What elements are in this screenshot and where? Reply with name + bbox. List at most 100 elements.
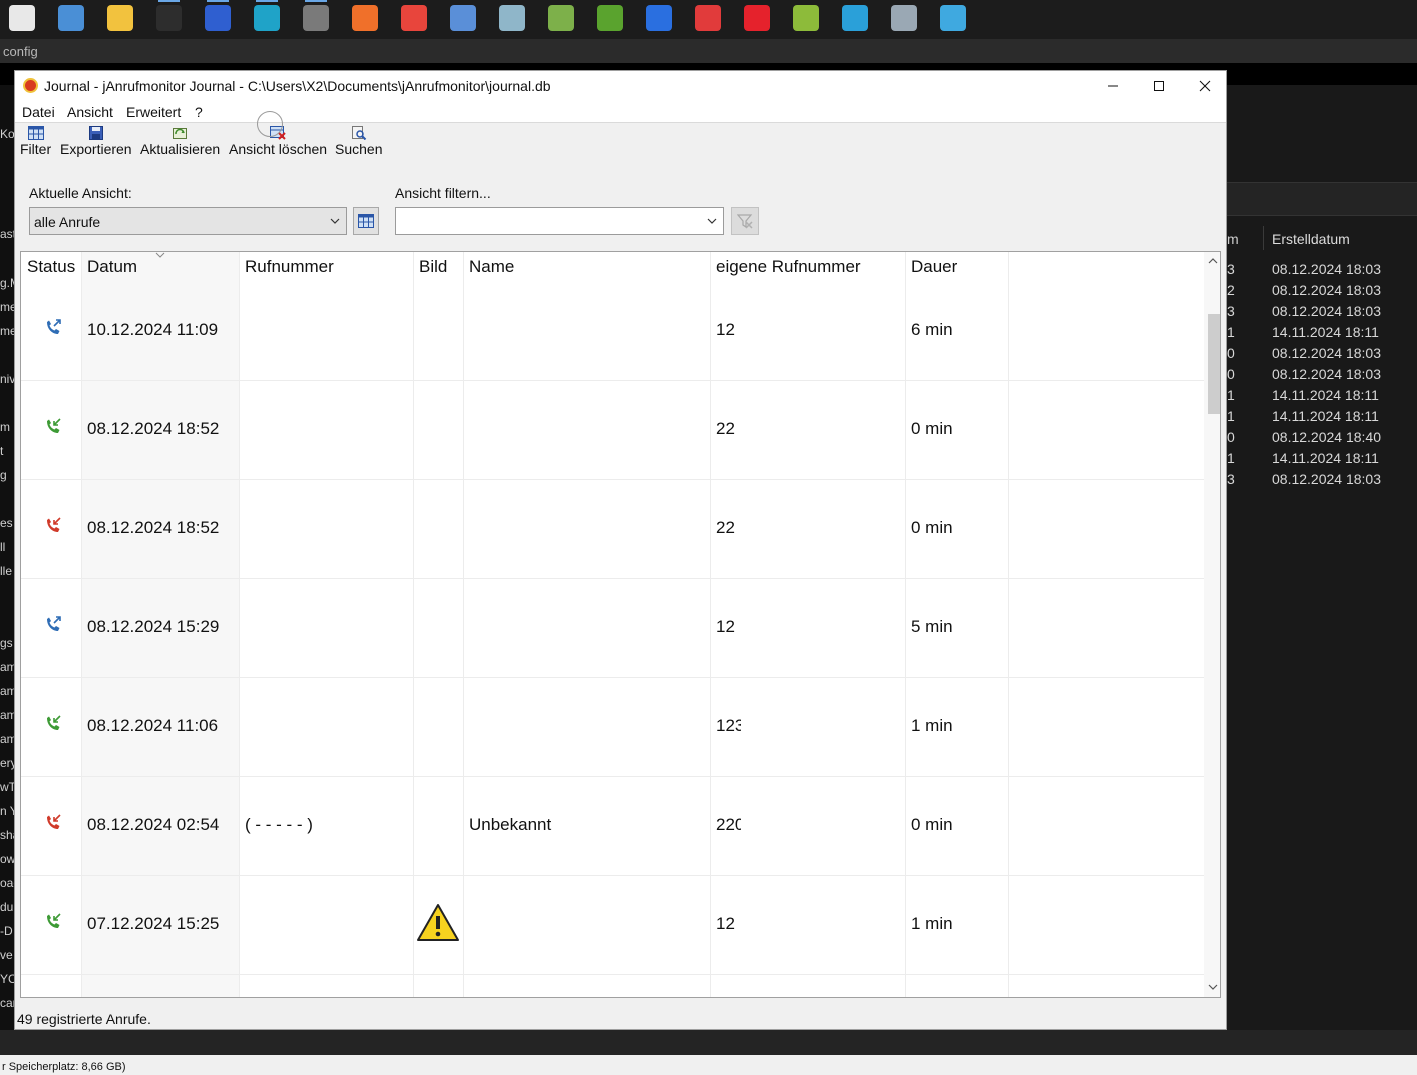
toolbar: Filter Exportieren Aktualisieren Ansicht…	[15, 124, 1226, 164]
telegram-app-icon[interactable]	[842, 5, 868, 31]
clear-filter-button[interactable]	[731, 207, 759, 235]
column-header-datum[interactable]: Datum	[87, 252, 137, 282]
chevron-down-icon	[330, 218, 340, 224]
background-text-fragment: Ko	[0, 127, 14, 141]
background-list-row[interactable]: 1 14.11.2024 18:11	[1227, 450, 1417, 471]
scroll-up-icon[interactable]	[1208, 257, 1218, 265]
close-button[interactable]	[1182, 71, 1228, 101]
column-header-dauer[interactable]: Dauer	[911, 252, 957, 282]
background-list-row[interactable]: 3 08.12.2024 18:03	[1227, 471, 1417, 492]
filter-table-icon	[27, 126, 44, 140]
filter-button[interactable]: Filter	[20, 126, 51, 157]
search-button[interactable]: Suchen	[335, 126, 382, 157]
cell-dauer: 1 min	[911, 914, 953, 933]
background-column-header: m Erstelldatum	[1227, 222, 1417, 256]
title-bar[interactable]: Journal - jAnrufmonitor Journal - C:\Use…	[15, 71, 1226, 101]
cell-eigene-rufnummer: 12	[716, 914, 735, 933]
filter-view-select[interactable]	[395, 207, 724, 235]
menu-help[interactable]: ?	[195, 104, 203, 120]
scrollbar-thumb[interactable]	[1208, 314, 1220, 414]
table-row[interactable]: 08.12.2024 11:06 123 1 min	[21, 678, 1204, 777]
background-text-fragment: me	[0, 300, 14, 314]
export-button[interactable]: Exportieren	[60, 126, 132, 157]
app-blue-tool-icon[interactable]	[205, 0, 231, 31]
background-list-row[interactable]: 0 08.12.2024 18:03	[1227, 366, 1417, 387]
background-row-fragment: 0	[1227, 345, 1235, 361]
table-row[interactable]: 08.12.2024 18:52 22 0 min	[21, 381, 1204, 480]
background-row-date: 08.12.2024 18:03	[1272, 345, 1381, 361]
weather-app-icon[interactable]	[891, 5, 917, 31]
wifi-app-icon[interactable]	[793, 5, 819, 31]
background-toolbar	[1227, 182, 1417, 216]
blue-d-app-icon[interactable]	[646, 5, 672, 31]
green-app-icon[interactable]	[597, 5, 623, 31]
vertical-scrollbar[interactable]	[1204, 252, 1220, 997]
cell-eigene-rufnummer: 123	[716, 716, 741, 735]
background-row-date: 14.11.2024 18:11	[1272, 324, 1379, 340]
file-explorer-icon[interactable]	[107, 5, 133, 31]
table-row[interactable]: 08.12.2024 02:54 ( - - - - - ) Unbekannt 22…	[21, 777, 1204, 876]
column-header-eigene-rufnummer[interactable]: eigene Rufnummer	[716, 252, 861, 282]
background-row-fragment: 3	[1227, 471, 1235, 487]
background-list-row[interactable]: 0 08.12.2024 18:03	[1227, 345, 1417, 366]
table-row[interactable]: 08.12.2024 15:29 12 5 min	[21, 579, 1204, 678]
background-list-row[interactable]: 3 08.12.2024 18:03	[1227, 261, 1417, 282]
column-header-name[interactable]: Name	[469, 252, 514, 282]
maximize-icon	[1154, 81, 1164, 91]
edit-view-button[interactable]	[353, 207, 379, 235]
table-row[interactable]: 08.12.2024 18:52 22 0 min	[21, 480, 1204, 579]
notepad-app-icon[interactable]	[499, 5, 525, 31]
cell-datum: 08.12.2024 15:29	[87, 617, 220, 636]
task-view-icon[interactable]	[9, 5, 35, 31]
background-text-fragment: ow	[0, 852, 14, 866]
chart-app-icon[interactable]	[548, 5, 574, 31]
terminal-icon[interactable]	[156, 0, 182, 31]
cell-dauer: 5 min	[911, 617, 953, 636]
mail-app-icon[interactable]	[450, 5, 476, 31]
puzzle-app-icon[interactable]	[940, 5, 966, 31]
mouse-cursor-indicator	[257, 111, 283, 137]
refresh-button[interactable]: Aktualisieren	[140, 126, 220, 157]
background-list-row[interactable]: 0 08.12.2024 18:40	[1227, 429, 1417, 450]
background-list-row[interactable]: 1 14.11.2024 18:11	[1227, 324, 1417, 345]
menu-erweitert[interactable]: Erweitert	[126, 104, 181, 120]
erstelldatum-column-header[interactable]: Erstelldatum	[1272, 231, 1350, 247]
cell-name: Unbekannt	[469, 815, 552, 834]
table-grid-icon	[358, 214, 374, 228]
calculator-icon[interactable]	[303, 0, 329, 31]
menu-datei[interactable]: Datei	[22, 104, 55, 120]
janrufmonitor-app-icon	[23, 78, 38, 93]
opera-browser-icon[interactable]	[744, 5, 770, 31]
windows-taskbar	[0, 0, 1417, 39]
menu-ansicht[interactable]: Ansicht	[67, 104, 113, 120]
table-row[interactable]: 07.12.2024 15:25 12 1 min	[21, 876, 1204, 975]
minimize-button[interactable]	[1090, 71, 1136, 101]
table-row[interactable]: 10.12.2024 11:09 12 6 min	[21, 282, 1204, 381]
cell-datum: 07.12.2024 15:25	[87, 914, 220, 933]
background-row-fragment: 1	[1227, 324, 1235, 340]
cell-datum: 08.12.2024 02:54	[87, 815, 220, 834]
column-header-rufnummer[interactable]: Rufnummer	[245, 252, 334, 282]
chrome-browser-icon[interactable]	[401, 5, 427, 31]
firefox-browser-icon[interactable]	[352, 5, 378, 31]
current-view-select[interactable]: alle Anrufe	[29, 207, 347, 235]
background-column-fragment: m	[1227, 231, 1239, 247]
control-panel-icon[interactable]	[58, 5, 84, 31]
background-text-fragment: ast	[0, 227, 14, 241]
background-list-row[interactable]: 1 14.11.2024 18:11	[1227, 387, 1417, 408]
background-list-row[interactable]: 1 14.11.2024 18:11	[1227, 408, 1417, 429]
cell-eigene-rufnummer: 22	[716, 419, 735, 438]
column-header-bild[interactable]: Bild	[419, 252, 447, 282]
background-row-fragment: 3	[1227, 303, 1235, 319]
background-list-row[interactable]: 2 08.12.2024 18:03	[1227, 282, 1417, 303]
maximize-button[interactable]	[1136, 71, 1182, 101]
cell-dauer: 1 min	[911, 716, 953, 735]
cell-datum: 08.12.2024 18:52	[87, 518, 220, 537]
vivaldi-browser-icon[interactable]	[695, 5, 721, 31]
warning-icon	[417, 904, 459, 941]
column-header-status[interactable]: Status	[27, 252, 75, 282]
refresh-icon	[173, 128, 188, 139]
edge-browser-icon[interactable]	[254, 0, 280, 31]
scroll-down-icon[interactable]	[1208, 983, 1218, 991]
background-list-row[interactable]: 3 08.12.2024 18:03	[1227, 303, 1417, 324]
